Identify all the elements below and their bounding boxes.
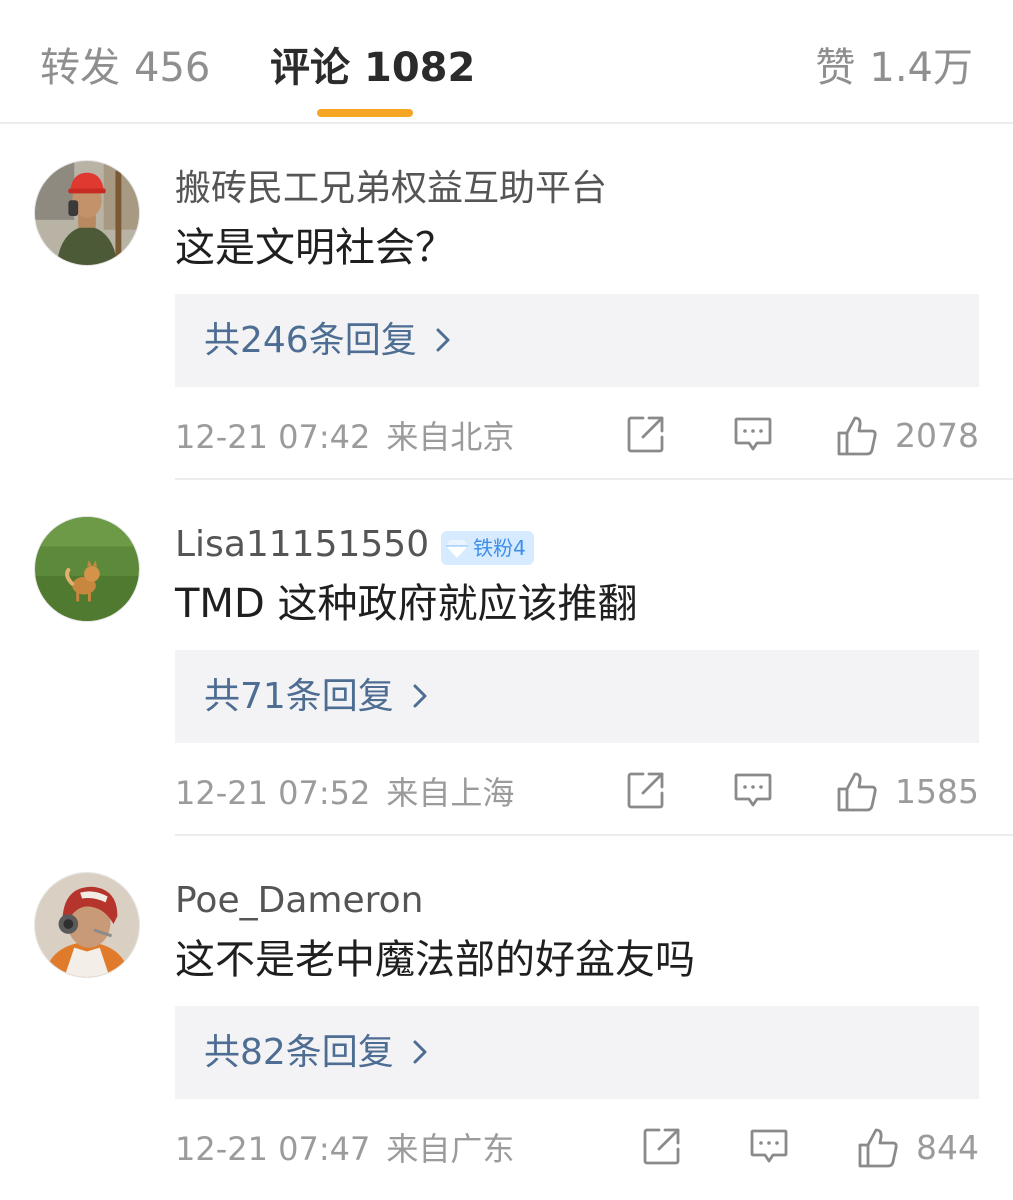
chevron-right-icon <box>413 684 427 708</box>
comment-item: Poe_Dameron 这不是老中魔法部的好盆友吗 共82条回复 12-21 0… <box>0 836 1013 1192</box>
tab-reposts-label: 转发 <box>40 45 120 91</box>
replies-count-label: 共82条回复 <box>204 1032 394 1073</box>
thumbs-up-icon <box>858 1128 898 1168</box>
share-button[interactable] <box>626 414 666 460</box>
username[interactable]: 搬砖民工兄弟权益互助平台 <box>175 168 607 209</box>
worker-avatar-image <box>35 161 139 265</box>
replies-label-wrap: 共246条回复 <box>204 294 451 387</box>
comment-meta: 12-21 07:47 来自广东 <box>175 1128 514 1170</box>
comment-bubble-icon <box>750 1129 788 1163</box>
reply-button[interactable] <box>733 414 773 460</box>
username[interactable]: Poe_Dameron <box>175 880 423 921</box>
chevron-right-icon <box>413 1040 427 1064</box>
comment-item: Lisa11151550 铁粉4 TMD 这种政府就应该推翻 共71条回复 12-… <box>0 480 1013 836</box>
view-replies-button[interactable]: 共71条回复 <box>175 650 979 743</box>
avatar[interactable] <box>34 160 140 266</box>
reply-button[interactable] <box>749 1126 789 1172</box>
tab-likes-label: 赞 <box>815 45 856 91</box>
comment-item: 搬砖民工兄弟权益互助平台 这是文明社会？ 共246条回复 12-21 07:42… <box>0 124 1013 480</box>
comment-location: 来自广东 <box>386 1130 515 1168</box>
share-icon <box>627 772 664 809</box>
view-replies-button[interactable]: 共82条回复 <box>175 1006 979 1099</box>
like-button[interactable]: 1585 <box>835 768 979 816</box>
share-button[interactable] <box>642 1126 682 1172</box>
pilot-avatar-image <box>35 873 139 977</box>
avatar[interactable] <box>34 872 140 978</box>
comment-location: 来自上海 <box>386 774 515 812</box>
replies-count-label: 共246条回复 <box>204 320 417 361</box>
chevron-right-icon <box>436 328 450 352</box>
user-row: 搬砖民工兄弟权益互助平台 <box>175 164 607 214</box>
tab-comments-count: 1082 <box>364 45 476 91</box>
like-count: 844 <box>916 1128 979 1167</box>
thumbs-up-icon <box>837 772 877 812</box>
comment-tabs: 转发 456 评论 1082 赞 1.4万 <box>0 0 1013 124</box>
comment-location: 来自北京 <box>386 418 515 456</box>
username[interactable]: Lisa11151550 <box>175 524 429 565</box>
like-count: 2078 <box>895 416 979 455</box>
diamond-icon <box>446 539 469 558</box>
thumbs-up-icon <box>837 416 877 456</box>
fan-badge: 铁粉4 <box>441 530 534 565</box>
fan-badge-label: 铁粉4 <box>473 535 526 560</box>
comment-text: 这不是老中魔法部的好盆友吗 <box>175 937 695 983</box>
like-button[interactable]: 2078 <box>835 412 979 460</box>
reply-button[interactable] <box>733 770 773 816</box>
tab-comments-label: 评论 <box>270 45 350 91</box>
active-tab-indicator <box>317 109 413 117</box>
comment-bubble-icon <box>734 417 772 451</box>
dog-avatar-image <box>35 517 139 621</box>
like-button[interactable]: 844 <box>856 1124 979 1172</box>
user-row: Lisa11151550 铁粉4 <box>175 520 534 570</box>
comment-text: 这是文明社会？ <box>175 225 455 271</box>
avatar[interactable] <box>34 516 140 622</box>
tab-reposts[interactable]: 转发 456 <box>40 40 210 96</box>
tab-comments[interactable]: 评论 1082 <box>270 40 475 96</box>
comment-bubble-icon <box>734 773 772 807</box>
comment-meta: 12-21 07:52 来自上海 <box>175 772 514 814</box>
comment-text: TMD 这种政府就应该推翻 <box>175 581 638 627</box>
replies-label-wrap: 共82条回复 <box>204 1006 428 1099</box>
share-icon <box>627 416 664 453</box>
tab-likes-count: 1.4万 <box>869 45 973 91</box>
view-replies-button[interactable]: 共246条回复 <box>175 294 979 387</box>
replies-count-label: 共71条回复 <box>204 676 394 717</box>
share-icon <box>643 1128 680 1165</box>
comment-meta: 12-21 07:42 来自北京 <box>175 416 514 458</box>
replies-label-wrap: 共71条回复 <box>204 650 428 743</box>
tab-reposts-count: 456 <box>134 45 211 91</box>
comment-time: 12-21 07:47 <box>175 1130 371 1168</box>
comment-time: 12-21 07:42 <box>175 418 371 456</box>
share-button[interactable] <box>626 770 666 816</box>
user-row: Poe_Dameron <box>175 876 423 926</box>
like-count: 1585 <box>895 772 979 811</box>
tab-likes[interactable]: 赞 1.4万 <box>815 40 973 96</box>
comment-time: 12-21 07:52 <box>175 774 371 812</box>
